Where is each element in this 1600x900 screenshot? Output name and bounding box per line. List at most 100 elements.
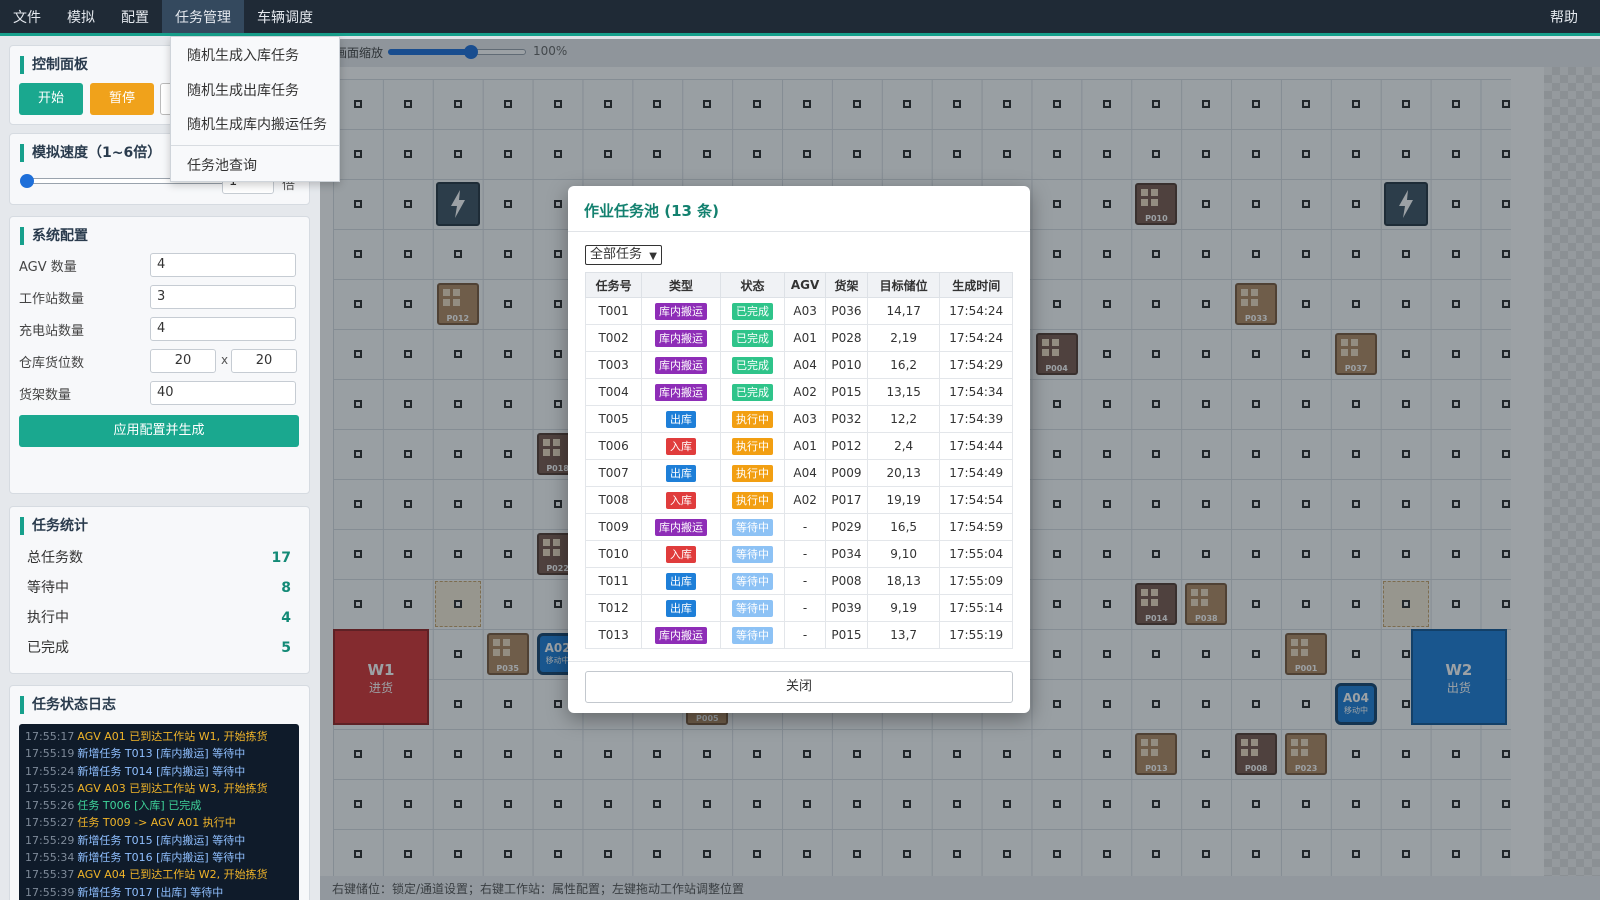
log-line: 17:55:26 任务 T006 [入库] 已完成 bbox=[25, 797, 293, 814]
rack-cell: P036 bbox=[825, 297, 868, 325]
stat-done-label: 已完成 bbox=[27, 640, 69, 656]
menu-vehicle-dispatch[interactable]: 车辆调度 bbox=[244, 0, 326, 33]
log-time: 17:55:19 bbox=[25, 747, 75, 761]
task-log-console[interactable]: 17:55:17 AGV A01 已到达工作站 W1, 开始拣货 17:55:19 新… bbox=[19, 724, 299, 900]
log-time: 17:55:34 bbox=[25, 851, 75, 865]
status-cell: 执行中 bbox=[719, 432, 786, 460]
log-time: 17:55:39 bbox=[25, 885, 75, 899]
table-row[interactable]: T007 出库 执行中 A04 P009 20,13 17:54:49 bbox=[584, 459, 1013, 487]
pause-button[interactable]: 暂停 bbox=[90, 83, 154, 115]
generate-inbound-task[interactable]: 随机生成入库任务 bbox=[171, 39, 339, 73]
station-count-input[interactable]: 3 bbox=[150, 285, 296, 309]
task-stats-card: 任务统计 总任务数 17 等待中 8 执行中 4 已完成 5 bbox=[9, 506, 310, 674]
col-rack: 货架 bbox=[825, 272, 868, 298]
generate-transfer-task[interactable]: 随机生成库内搬运任务 bbox=[171, 108, 339, 142]
log-message: 新增任务 T016 [库内搬运] 等待中 bbox=[77, 851, 246, 865]
menu-simulate[interactable]: 模拟 bbox=[54, 0, 108, 33]
charger-count-input[interactable]: 4 bbox=[150, 317, 296, 341]
stat-waiting: 等待中 8 bbox=[19, 573, 299, 603]
table-row[interactable]: T011 出库 等待中 - P008 18,13 17:55:09 bbox=[584, 567, 1013, 595]
agv-count-label: AGV 数量 bbox=[19, 260, 77, 275]
log-line: 17:55:17 AGV A01 已到达工作站 W1, 开始拣货 bbox=[25, 728, 293, 745]
status-badge: 执行中 bbox=[732, 410, 773, 428]
type-cell: 出库 bbox=[641, 459, 721, 487]
created-time-cell: 17:55:19 bbox=[939, 621, 1013, 649]
log-message: AGV A03 已到达工作站 W3, 开始拣货 bbox=[77, 781, 268, 795]
log-message: AGV A04 已到达工作站 W2, 开始拣货 bbox=[77, 868, 268, 882]
type-badge: 库内搬运 bbox=[655, 302, 707, 320]
menu-config[interactable]: 配置 bbox=[108, 0, 162, 33]
log-message: 任务 T006 [入库] 已完成 bbox=[77, 799, 202, 813]
control-panel-title: 控制面板 bbox=[20, 56, 88, 74]
created-time-cell: 17:54:59 bbox=[939, 513, 1013, 541]
start-button[interactable]: 开始 bbox=[19, 83, 83, 115]
target-slot-cell: 13,7 bbox=[866, 621, 941, 649]
status-cell: 执行中 bbox=[719, 459, 786, 487]
chevron-down-icon: ▼ bbox=[649, 251, 657, 262]
table-row[interactable]: T006 入库 执行中 A01 P012 2,4 17:54:44 bbox=[584, 432, 1013, 460]
table-row[interactable]: T010 入库 等待中 - P034 9,10 17:55:04 bbox=[584, 540, 1013, 568]
status-badge: 等待中 bbox=[732, 572, 773, 590]
stat-total: 总任务数 17 bbox=[19, 543, 299, 573]
log-message: AGV A01 已到达工作站 W1, 开始拣货 bbox=[77, 730, 268, 743]
type-badge: 入库 bbox=[666, 437, 696, 455]
target-slot-cell: 2,4 bbox=[866, 432, 941, 460]
task-id-cell: T004 bbox=[584, 378, 643, 406]
table-row[interactable]: T012 出库 等待中 - P039 9,19 17:55:14 bbox=[584, 594, 1013, 622]
table-row[interactable]: T002 库内搬运 已完成 A01 P028 2,19 17:54:24 bbox=[584, 324, 1013, 352]
task-pool-query[interactable]: 任务池查询 bbox=[171, 149, 339, 183]
slot-x-label: x bbox=[221, 353, 229, 367]
type-cell: 出库 bbox=[641, 405, 721, 433]
rack-cell: P028 bbox=[825, 324, 868, 352]
menu-file[interactable]: 文件 bbox=[0, 0, 54, 33]
status-badge: 已完成 bbox=[732, 329, 773, 347]
agv-cell: A04 bbox=[784, 351, 827, 379]
generate-outbound-task[interactable]: 随机生成出库任务 bbox=[171, 74, 339, 108]
log-message: 新增任务 T013 [库内搬运] 等待中 bbox=[77, 747, 246, 761]
agv-cell: A04 bbox=[784, 459, 827, 487]
table-row[interactable]: T009 库内搬运 等待中 - P029 16,5 17:54:59 bbox=[584, 513, 1013, 541]
apply-config-button[interactable]: 应用配置并生成 bbox=[19, 415, 299, 447]
stat-running-value: 4 bbox=[281, 610, 291, 626]
status-cell: 已完成 bbox=[719, 378, 786, 406]
agv-count-input[interactable]: 4 bbox=[150, 253, 296, 277]
created-time-cell: 17:55:04 bbox=[939, 540, 1013, 568]
table-row[interactable]: T013 库内搬运 等待中 - P015 13,7 17:55:19 bbox=[584, 621, 1013, 649]
task-id-cell: T009 bbox=[584, 513, 643, 541]
table-row[interactable]: T008 入库 执行中 A02 P017 19,19 17:54:54 bbox=[584, 486, 1013, 514]
table-row[interactable]: T004 库内搬运 已完成 A02 P015 13,15 17:54:34 bbox=[584, 378, 1013, 406]
col-type: 类型 bbox=[641, 272, 721, 298]
agv-cell: A02 bbox=[784, 378, 827, 406]
created-time-cell: 17:54:24 bbox=[939, 297, 1013, 325]
modal-title: 作业任务池 (13 条) bbox=[584, 202, 720, 220]
created-time-cell: 17:54:24 bbox=[939, 324, 1013, 352]
log-line: 17:55:19 新增任务 T013 [库内搬运] 等待中 bbox=[25, 745, 293, 762]
table-row[interactable]: T001 库内搬运 已完成 A03 P036 14,17 17:54:24 bbox=[584, 297, 1013, 325]
agv-cell: - bbox=[784, 567, 827, 595]
menu-task-management[interactable]: 任务管理 bbox=[162, 0, 244, 33]
log-message: 新增任务 T017 [出库] 等待中 bbox=[77, 885, 224, 899]
slot-rows-input[interactable]: 20 bbox=[150, 349, 216, 373]
log-line: 17:55:34 新增任务 T016 [库内搬运] 等待中 bbox=[25, 849, 293, 866]
task-id-cell: T008 bbox=[584, 486, 643, 514]
task-id-cell: T002 bbox=[584, 324, 643, 352]
table-row[interactable]: T005 出库 执行中 A03 P032 12,2 17:54:39 bbox=[584, 405, 1013, 433]
menu-help[interactable]: 帮助 bbox=[1537, 0, 1600, 33]
close-button[interactable]: 关闭 bbox=[585, 671, 1013, 703]
type-badge: 库内搬运 bbox=[655, 329, 707, 347]
modal-divider bbox=[568, 231, 1030, 232]
created-time-cell: 17:55:09 bbox=[939, 567, 1013, 595]
log-line: 17:55:25 AGV A03 已到达工作站 W3, 开始拣货 bbox=[25, 780, 293, 797]
speed-slider-thumb[interactable] bbox=[20, 174, 34, 188]
status-badge: 等待中 bbox=[732, 518, 773, 536]
slot-count-label: 仓库货位数 bbox=[19, 356, 85, 371]
type-cell: 库内搬运 bbox=[641, 621, 721, 649]
log-message: 新增任务 T014 [库内搬运] 等待中 bbox=[77, 764, 246, 778]
table-row[interactable]: T003 库内搬运 已完成 A04 P010 16,2 17:54:29 bbox=[584, 351, 1013, 379]
task-filter-select[interactable]: 全部任务 ▼ bbox=[585, 245, 662, 265]
task-pool-modal: 作业任务池 (13 条) 全部任务 ▼ 任务号 类型 状态 AGV 货架 目标储… bbox=[568, 186, 1030, 713]
slot-cols-input[interactable]: 20 bbox=[231, 349, 297, 373]
rack-cell: P008 bbox=[825, 567, 868, 595]
rack-count-input[interactable]: 40 bbox=[150, 381, 296, 405]
target-slot-cell: 20,13 bbox=[866, 459, 941, 487]
